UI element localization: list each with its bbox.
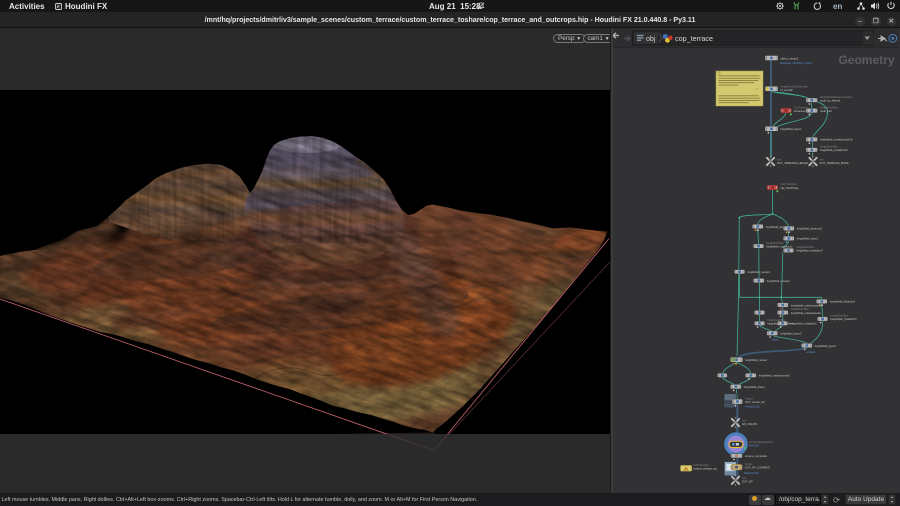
svg-text:terrace_composite: terrace_composite — [745, 454, 768, 458]
svg-text:null: null — [742, 419, 746, 422]
svg-text:OUT_HF_CURRENT: OUT_HF_CURRENT — [745, 465, 771, 469]
svg-text:OUT_TERRACE_MASK: OUT_TERRACE_MASK — [820, 161, 849, 165]
svg-text:HeightField Blend by Feature: HeightField Blend by Feature — [820, 96, 853, 99]
svg-text:heightfield_remap2: heightfield_remap2 — [767, 279, 790, 283]
svg-text:null: null — [777, 158, 781, 161]
svg-text:Output: Output — [745, 397, 753, 400]
svg-text:heightfield_maskblur6: heightfield_maskblur6 — [830, 317, 857, 321]
svg-text:HeightField Blur: HeightField Blur — [766, 242, 784, 245]
svg-text:en: en — [833, 2, 842, 11]
svg-text:heightfield_draw1: heightfield_draw1 — [744, 385, 766, 389]
svg-text:custom_terrace_out: custom_terrace_out — [693, 467, 717, 471]
svg-text:heightfield_maskbynoise10: heightfield_maskbynoise10 — [820, 138, 853, 142]
svg-text:OUT_HF: OUT_HF — [742, 480, 753, 484]
svg-text:object_merge1: object_merge1 — [781, 56, 799, 60]
svg-text:subtle: subtle — [772, 338, 779, 342]
svg-text:heightfield_maskexpand1: heightfield_maskexpand1 — [791, 303, 822, 307]
svg-text:HeightField Blur: HeightField Blur — [820, 106, 838, 109]
svg-text:Output: Output — [745, 463, 753, 466]
svg-text:heightfield_noise2: heightfield_noise2 — [745, 358, 767, 362]
svg-text:heightfield_distance3: heightfield_distance3 — [830, 300, 856, 304]
svg-text:heightfield_layer2: heightfield_layer2 — [797, 237, 819, 241]
svg-text:Null Transform: Null Transform — [781, 183, 797, 186]
svg-text:heightfield_distance2: heightfield_distance2 — [797, 227, 823, 231]
svg-text:null: null — [820, 158, 824, 161]
svg-text:node_blur: node_blur — [820, 109, 832, 113]
svg-text:heightfield_layer1: heightfield_layer1 — [781, 127, 803, 131]
svg-text:HeightField Blur: HeightField Blur — [796, 246, 814, 249]
svg-text:heightfield_maskblur10: heightfield_maskblur10 — [820, 148, 848, 152]
svg-text:OUT_terrain_HF: OUT_terrain_HF — [745, 400, 765, 404]
svg-text:hf_smooth: hf_smooth — [781, 88, 794, 92]
svg-text:HF_COLOR: HF_COLOR — [742, 422, 757, 426]
svg-text:heightfield_maskspread2: heightfield_maskspread2 — [791, 311, 821, 315]
svg-text:heightfield_layer3: heightfield_layer3 — [780, 332, 802, 336]
svg-text:node_by_feature: node_by_feature — [820, 98, 841, 102]
svg-text:heightfield_maskbynoise3: heightfield_maskbynoise3 — [759, 374, 790, 378]
svg-text:heightfield_layer4: heightfield_layer4 — [815, 344, 837, 348]
svg-text:500x500: 500x500 — [749, 443, 760, 447]
svg-text:HeightField Blur: HeightField Blur — [820, 145, 838, 148]
svg-text:obj: obj — [646, 36, 656, 43]
svg-text:null: null — [742, 477, 746, 480]
svg-text:displaced_512X512_COPS: displaced_512X512_COPS — [780, 61, 812, 65]
svg-text:hfheight 512: hfheight 512 — [745, 405, 760, 409]
svg-text:heightfield_remap1: heightfield_remap1 — [747, 270, 770, 274]
svg-text:heightfield_maskblur2: heightfield_maskblur2 — [766, 244, 793, 248]
svg-text:Geometry: Geometry — [838, 53, 894, 67]
svg-text:Compositing Network: Compositing Network — [749, 441, 774, 444]
svg-text:heightfield_maskblur5: heightfield_maskblur5 — [790, 322, 817, 326]
svg-text:subtract: subtract — [806, 350, 816, 354]
svg-text:OUT_TERRACE_HEIGHT: OUT_TERRACE_HEIGHT — [777, 161, 809, 165]
svg-text:heightfield_maskblur3: heightfield_maskblur3 — [796, 249, 823, 253]
svg-text:HeightField Blur: HeightField Blur — [830, 315, 848, 318]
svg-text:cop_terrace: cop_terrace — [675, 34, 713, 43]
svg-text:clip_512X512g: clip_512X512g — [781, 186, 799, 190]
svg-text:hfheight 512: hfheight 512 — [744, 471, 759, 475]
svg-text:HeightField Blur: HeightField Blur — [791, 308, 809, 311]
